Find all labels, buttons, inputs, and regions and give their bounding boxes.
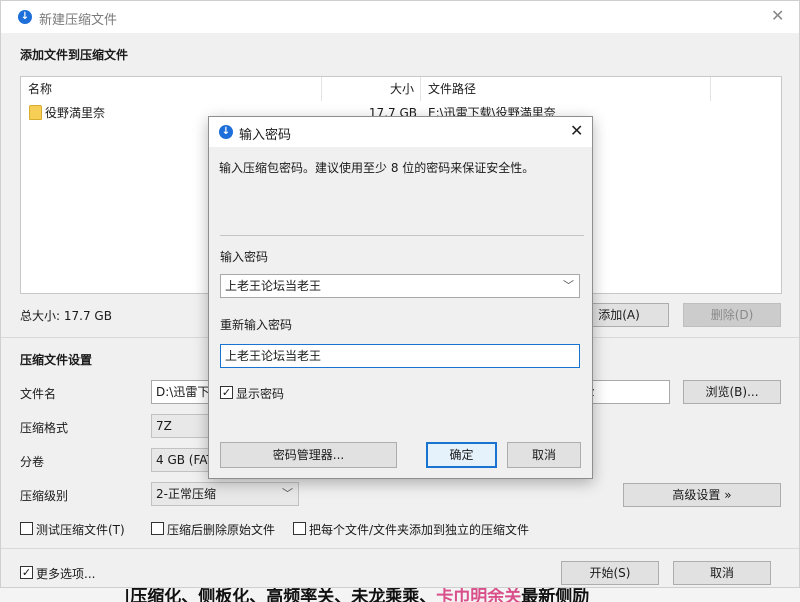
more-options-checkbox[interactable]: ✓ [20,566,33,579]
separate-archives-label: 把每个文件/文件夹添加到独立的压缩文件 [309,523,530,537]
archive-settings-section-label: 压缩文件设置 [20,353,93,367]
delete-button[interactable]: 删除(D) [683,303,781,327]
column-header-path[interactable]: 文件路径 [421,77,711,101]
start-button[interactable]: 开始(S) [561,561,659,585]
dialog-description: 输入压缩包密码。建议使用至少 8 位的密码来保证安全性。 [219,161,535,175]
ok-button[interactable]: 确定 [426,442,497,468]
level-label: 压缩级别 [20,489,69,503]
reenter-password-label: 重新输入密码 [220,318,293,332]
column-header-name[interactable]: 名称 [21,77,322,101]
filename-label: 文件名 [20,387,57,401]
split-label: 分卷 [20,455,45,469]
file-name-cell[interactable]: 役野満里奈 [45,104,105,122]
split-value: 4 GB (FAT [156,453,214,467]
password-label: 输入密码 [220,250,269,264]
background-text-tail: 最新侧励 [521,587,590,602]
level-select[interactable]: 2-正常压缩 ﹀ [151,482,299,506]
close-icon[interactable]: ✕ [570,123,583,139]
delete-after-label: 压缩后删除原始文件 [167,523,276,537]
advanced-settings-button[interactable]: 高级设置 » [623,483,781,507]
background-webpage-strip: |压缩化、侧板化、高频率关、未龙乘乘、卡巾明余关最新侧励 [0,586,800,602]
dialog-title: 输入密码 [239,128,292,143]
background-link-text: 卡巾明余关 [436,587,522,602]
add-files-section-label: 添加文件到压缩文件 [20,48,129,62]
divider [220,235,584,236]
test-archive-label: 测试压缩文件(T) [36,523,125,537]
dialog-cancel-button[interactable]: 取消 [507,442,581,468]
reenter-password-input[interactable]: 上老王论坛当老王 [220,344,580,368]
filename-value: D:\迅雷下 [156,385,210,399]
background-text: |压缩化、侧板化、高频率关、未龙乘乘、 [124,587,437,602]
more-options-label[interactable]: 更多选项... [36,565,95,582]
show-password-label[interactable]: 显示密码 [236,385,284,402]
folder-icon [29,105,42,120]
format-label: 压缩格式 [20,421,69,435]
divider [1,548,799,549]
column-header-size[interactable]: 大小 [322,77,421,101]
chevron-down-icon[interactable]: ﹀ [563,275,574,297]
password-input[interactable]: 上老王论坛当老王 ﹀ [220,274,580,298]
delete-after-checkbox[interactable] [151,522,164,535]
password-value: 上老王论坛当老王 [225,279,322,293]
app-logo-icon: ↓ [219,125,233,139]
separate-archives-checkbox[interactable] [293,522,306,535]
browse-button[interactable]: 浏览(B)... [683,380,781,404]
reenter-password-value: 上老王论坛当老王 [225,349,322,363]
format-value: 7Z [156,419,172,433]
total-size-text: 总大小: 17.7 GB [20,309,112,323]
show-password-checkbox[interactable]: ✓ [220,386,233,399]
cancel-button[interactable]: 取消 [673,561,771,585]
dialog-titlebar: ↓ 输入密码 ✕ [209,117,592,147]
test-archive-checkbox[interactable] [20,522,33,535]
password-dialog: ↓ 输入密码 ✕ 输入压缩包密码。建议使用至少 8 位的密码来保证安全性。 输入… [208,116,593,479]
window-titlebar: ↓ 新建压缩文件 ✕ [1,1,799,33]
level-value: 2-正常压缩 [156,487,216,501]
close-icon[interactable]: ✕ [771,8,784,24]
window-title: 新建压缩文件 [39,13,118,28]
chevron-down-icon: ﹀ [282,487,293,500]
app-logo-icon: ↓ [18,10,32,24]
password-manager-button[interactable]: 密码管理器... [220,442,397,468]
